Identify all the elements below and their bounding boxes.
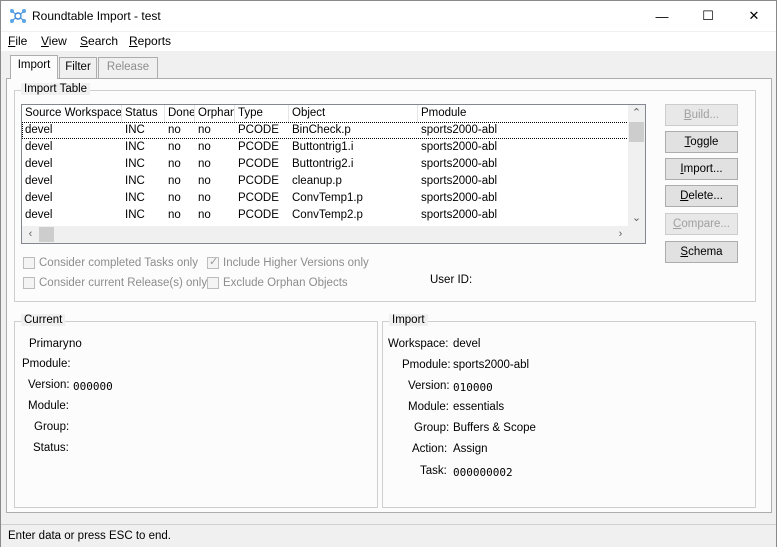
minimize-button[interactable]: — — [639, 1, 685, 31]
import-action-label: Action: — [412, 443, 448, 455]
window-title: Roundtable Import - test — [32, 9, 161, 23]
tab-filter[interactable]: Filter — [59, 57, 97, 78]
column-header-done[interactable]: Done — [165, 105, 195, 122]
current-module-label: Module: — [28, 400, 69, 412]
import-workspace-value: devel — [453, 338, 481, 350]
import-pmodule-value: sports2000-abl — [453, 359, 530, 371]
schema-button[interactable]: Schema — [665, 241, 738, 263]
import-table-group-label: Import Table — [21, 83, 91, 95]
table-row[interactable]: devel INC no no PCODE Buttontrig2.i spor… — [22, 156, 629, 173]
maximize-icon: ☐ — [702, 8, 714, 23]
higher-versions-checkbox[interactable]: Include Higher Versions only — [207, 255, 369, 269]
vertical-scroll-thumb[interactable] — [629, 122, 644, 142]
maximize-button[interactable]: ☐ — [685, 1, 731, 31]
import-task-label: Task: — [420, 465, 447, 477]
import-table-list[interactable]: Source Workspace Status Done Orphan Type… — [21, 104, 646, 244]
scroll-right-icon[interactable]: › — [612, 226, 629, 243]
import-group-label: Import — [389, 314, 428, 326]
current-pmodule-label: Pmodule: — [22, 358, 71, 370]
compare-button[interactable]: Compare... — [665, 213, 738, 235]
column-header-object[interactable]: Object — [289, 105, 418, 122]
import-pmodule-label: Pmodule: — [402, 359, 451, 371]
column-header-status[interactable]: Status — [122, 105, 165, 122]
title-bar[interactable]: Roundtable Import - test — ☐ ✕ — [1, 1, 776, 31]
import-version-label: Version: — [408, 380, 450, 392]
current-group-field-label: Group: — [34, 421, 70, 433]
roundtable-app-icon — [10, 9, 26, 23]
main-window: Roundtable Import - test — ☐ ✕ File View… — [0, 0, 777, 547]
status-text: Enter data or press ESC to end. — [8, 530, 172, 542]
build-button[interactable]: Build... — [665, 104, 738, 126]
table-row[interactable]: devel INC no no PCODE cleanup.p sports20… — [22, 173, 629, 190]
toggle-button[interactable]: Toggle — [665, 131, 738, 153]
completed-tasks-checkbox[interactable]: Consider completed Tasks only — [23, 257, 198, 269]
table-row[interactable]: devel INC no no PCODE ConvTemp2.p sports… — [22, 207, 629, 224]
menu-file[interactable]: File — [8, 34, 27, 48]
table-row[interactable]: devel INC no no PCODE Buttontrig1.i spor… — [22, 139, 629, 156]
import-group-field-label: Group: — [414, 422, 450, 434]
column-header-orphan[interactable]: Orphan — [195, 105, 235, 122]
current-status-label: Status: — [33, 442, 69, 454]
column-header-type[interactable]: Type — [235, 105, 289, 122]
vertical-scrollbar[interactable]: ⌃ ⌄ — [628, 105, 645, 227]
import-action-value: Assign — [453, 443, 488, 455]
close-icon: ✕ — [748, 8, 760, 23]
import-module-label: Module: — [408, 401, 449, 413]
checkbox-checked-icon — [207, 255, 219, 269]
import-group-value: Buffers & Scope — [453, 422, 536, 434]
current-group-label: Current — [21, 314, 66, 326]
import-task-value: 000000002 — [453, 466, 513, 479]
user-id-label: User ID: — [430, 274, 473, 286]
menu-bar: File View Search Reports — [1, 32, 776, 51]
checkbox-box — [23, 277, 35, 289]
column-header-source-workspace[interactable]: Source Workspace — [22, 105, 122, 122]
current-version-label: Version: — [28, 379, 70, 391]
import-button[interactable]: Import... — [665, 158, 738, 180]
current-primary-value: no — [69, 338, 82, 350]
tab-import[interactable]: Import — [10, 55, 58, 79]
exclude-orphan-checkbox[interactable]: Exclude Orphan Objects — [207, 277, 348, 289]
current-release-checkbox[interactable]: Consider current Release(s) only — [23, 277, 207, 289]
table-row[interactable]: devel INC no no PCODE ConvTemp1.p sports… — [22, 190, 629, 207]
import-module-value: essentials — [453, 401, 505, 413]
delete-button[interactable]: Delete... — [665, 185, 738, 207]
table-row[interactable]: devel INC no no PCODE BinCheck.p sports2… — [22, 122, 629, 139]
status-bar: Enter data or press ESC to end. — [1, 524, 776, 547]
import-version-value: 010000 — [453, 381, 493, 394]
scrollbar-corner — [628, 226, 645, 243]
close-button[interactable]: ✕ — [731, 1, 777, 31]
scroll-down-icon[interactable]: ⌄ — [628, 210, 645, 227]
horizontal-scrollbar[interactable]: ‹ › — [22, 226, 629, 243]
scroll-left-icon[interactable]: ‹ — [22, 226, 39, 243]
current-primary-label: Primary: — [29, 338, 72, 350]
scroll-up-icon[interactable]: ⌃ — [628, 105, 645, 122]
menu-reports[interactable]: Reports — [129, 34, 171, 48]
current-version-value: 000000 — [73, 380, 113, 393]
checkbox-box — [207, 277, 219, 289]
column-header-pmodule[interactable]: Pmodule — [418, 105, 629, 122]
checkbox-box — [23, 257, 35, 269]
minimize-icon: — — [655, 8, 669, 24]
menu-search[interactable]: Search — [80, 34, 118, 48]
tab-release[interactable]: Release — [98, 57, 158, 78]
horizontal-scroll-thumb[interactable] — [39, 227, 54, 242]
menu-view[interactable]: View — [41, 34, 67, 48]
import-workspace-label: Workspace: — [388, 338, 449, 350]
